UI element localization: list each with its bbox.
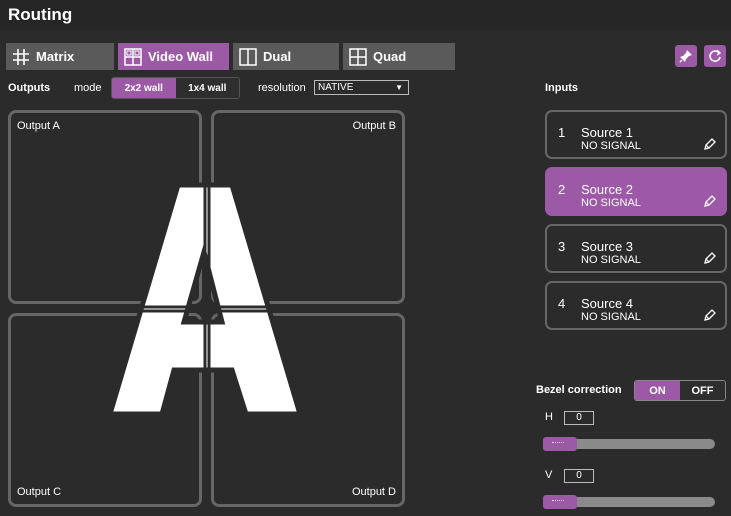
h-slider-thumb[interactable] [543, 437, 577, 451]
input-source-2[interactable]: 2 Source 2 NO SIGNAL [545, 167, 727, 216]
edit-icon[interactable] [703, 194, 717, 208]
edit-icon[interactable] [703, 308, 717, 322]
edit-icon[interactable] [703, 137, 717, 151]
video-wall-icon [124, 47, 142, 66]
output-a-panel[interactable]: Output A [8, 110, 202, 304]
pin-icon [679, 50, 692, 63]
output-c-panel[interactable]: Output C [8, 313, 202, 507]
input-number: 4 [558, 296, 566, 311]
edit-icon[interactable] [703, 251, 717, 265]
input-signal-status: NO SIGNAL [581, 311, 641, 323]
title-bar: Routing [0, 0, 731, 30]
input-number: 2 [558, 182, 566, 197]
input-name: Source 4 [581, 296, 634, 311]
v-slider-thumb[interactable] [543, 495, 577, 509]
refresh-icon [709, 49, 722, 62]
output-c-label: Output C [17, 486, 62, 498]
mode-label: mode [74, 82, 102, 94]
output-d-panel[interactable]: Output D [211, 313, 405, 507]
dropdown-arrow-icon: ▼ [395, 83, 403, 92]
output-a-label: Output A [17, 120, 60, 132]
tab-matrix-label: Matrix [36, 49, 75, 64]
page-title: Routing [8, 5, 73, 24]
h-label: H [545, 411, 553, 423]
tab-quad-label: Quad [373, 49, 407, 64]
input-name: Source 2 [581, 182, 634, 197]
output-b-label: Output B [352, 120, 396, 132]
bezel-correction-toggle: ON OFF [634, 380, 726, 401]
input-number: 3 [558, 239, 566, 254]
bezel-off-button[interactable]: OFF [680, 381, 725, 400]
bezel-on-button[interactable]: ON [635, 381, 680, 400]
tab-video-wall-label: Video Wall [148, 49, 214, 64]
v-label: V [545, 469, 553, 481]
resolution-value: NATIVE [318, 82, 354, 93]
input-source-3[interactable]: 3 Source 3 NO SIGNAL [545, 224, 727, 273]
input-source-4[interactable]: 4 Source 4 NO SIGNAL [545, 281, 727, 330]
refresh-button[interactable] [704, 45, 726, 67]
input-number: 1 [558, 125, 566, 140]
tab-dual[interactable]: Dual [233, 43, 339, 70]
tab-matrix[interactable]: Matrix [6, 43, 114, 70]
tab-dual-label: Dual [263, 49, 292, 64]
v-value-field[interactable]: 0 [564, 469, 594, 483]
inputs-heading: Inputs [545, 82, 578, 94]
bezel-correction-label: Bezel correction [536, 384, 622, 396]
input-signal-status: NO SIGNAL [581, 140, 641, 152]
resolution-select[interactable]: NATIVE ▼ [314, 80, 409, 95]
outputs-heading: Outputs [8, 82, 51, 94]
matrix-icon [12, 48, 30, 66]
tab-quad[interactable]: Quad [343, 43, 455, 70]
resolution-label: resolution [258, 82, 306, 94]
dual-icon [239, 47, 257, 66]
mode-selector: 2x2 wall 1x4 wall [111, 77, 240, 99]
mode-1x4-button[interactable]: 1x4 wall [175, 78, 239, 98]
input-source-1[interactable]: 1 Source 1 NO SIGNAL [545, 110, 727, 159]
pin-button[interactable] [675, 45, 697, 67]
quad-icon [349, 47, 367, 66]
h-value-field[interactable]: 0 [564, 411, 594, 425]
mode-2x2-button[interactable]: 2x2 wall [112, 78, 176, 98]
tab-video-wall[interactable]: Video Wall [118, 43, 229, 70]
output-d-label: Output D [351, 486, 396, 498]
output-b-panel[interactable]: Output B [211, 110, 405, 304]
input-name: Source 3 [581, 239, 634, 254]
input-signal-status: NO SIGNAL [581, 197, 641, 209]
input-signal-status: NO SIGNAL [581, 254, 641, 266]
input-name: Source 1 [581, 125, 634, 140]
